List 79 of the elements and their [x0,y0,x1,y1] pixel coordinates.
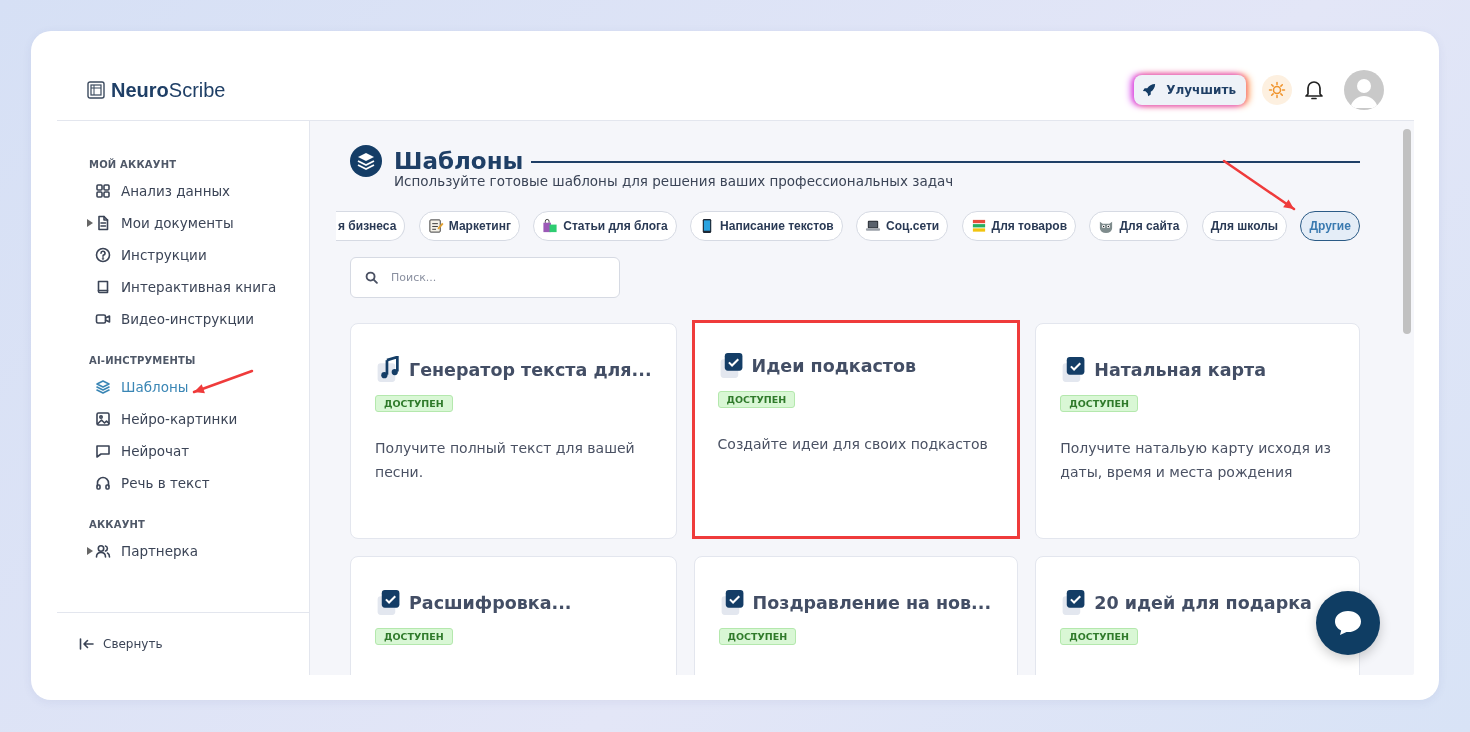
status-badge: ДОСТУПЕН [717,391,796,408]
annotation-arrow [193,369,254,394]
status-badge: ДОСТУПЕН [1060,395,1138,412]
template-card[interactable]: 20 идей для подарка ДОСТУПЕН [1035,556,1360,675]
logo-icon [87,81,105,99]
checkbox-icon [1060,589,1087,616]
category-tab[interactable]: Написание текстов [690,211,843,241]
template-card[interactable]: Идеи подкастов ДОСТУПЕН Создайте идеи для своих подкастов [691,320,1021,539]
document-icon [95,215,111,231]
help-icon [95,247,111,263]
sidebar-item[interactable]: Шаблоны [95,375,189,399]
checkbox-icon [375,589,401,616]
sidebar-item[interactable]: Инструкции [95,243,207,267]
headphones-icon [95,475,111,491]
search-field[interactable]: Поиск... [350,257,620,298]
logo-text: NeuroScribe [111,78,226,102]
sidebar-item[interactable]: Речь в текст [95,471,210,495]
chat-bubble-icon [95,443,111,459]
status-badge: ДОСТУПЕН [1060,628,1138,645]
book-icon [95,279,111,295]
category-tab[interactable]: Для товаров [961,211,1077,241]
card-title: Идеи подкастов [751,355,917,376]
chat-bubble-icon [1333,609,1363,637]
notification-bell-icon[interactable] [1304,79,1324,101]
template-card[interactable]: Генератор текста для... ДОСТУПЕН Получите полный текст для вашей песни. [350,323,677,539]
shopping-bags-icon [542,218,559,234]
avatar[interactable] [1344,70,1384,110]
status-badge: ДОСТУПЕН [375,395,453,412]
card-title: Расшифровка... [409,592,572,613]
rocket-icon [1142,83,1157,97]
section-heading: МОЙ АККАУНТ [89,159,178,170]
card-description: Получите полный текст для вашей песни. [375,439,636,482]
sidebar-item[interactable]: Видео-инструкции [95,307,255,331]
users-icon [95,543,111,559]
card-description: Получите натальую карту исходя из даты, время и места рождения [1060,439,1332,482]
sidebar-item[interactable]: Нейро-картинки [95,407,238,431]
music-note-icon [375,356,401,383]
card-title: Генератор текста для... [409,359,652,380]
category-tab[interactable]: Статьи для блога [533,211,677,241]
collapse-button[interactable]: Свернуть [79,637,163,651]
section-heading: АККАУНТ [89,519,147,530]
collapse-arrow-icon [79,638,95,650]
layers-icon [350,145,382,177]
sidebar-item[interactable]: Нейрочат [95,439,190,463]
template-card[interactable]: Поздравление на нов... ДОСТУПЕН [693,556,1019,675]
layers-icon [95,379,111,395]
category-tab[interactable]: я бизнеса [336,211,406,241]
card-description: Создайте идеи для своих подкастов [717,435,989,454]
sun-icon [1268,81,1286,99]
category-tab[interactable]: Соц.сети [856,211,949,241]
search-icon [365,271,378,284]
upgrade-button[interactable]: Улучшить [1134,75,1246,105]
notepad-icon [427,218,444,234]
sidebar-item[interactable]: Партнерка [95,539,198,563]
card-title: Натальная карта [1094,359,1266,380]
sidebar-item[interactable]: Анализ данных [95,179,231,203]
theme-toggle[interactable] [1262,75,1292,105]
page-title: Шаблоны [394,148,524,174]
video-camera-icon [95,311,111,327]
image-icon [95,411,111,427]
status-badge: ДОСТУПЕН [375,628,453,645]
page-subtitle: Используйте готовые шаблоны для решения ваших профессиональных задач [394,173,955,189]
category-tab[interactable]: Для сайта [1089,211,1189,241]
card-title: 20 идей для подарка [1094,592,1312,613]
scrollbar[interactable] [1400,121,1414,675]
books-icon [970,218,987,234]
checkbox-icon [1060,356,1087,383]
status-badge: ДОСТУПЕН [718,628,797,645]
sidebar-item[interactable]: Интерактивная книга [95,275,277,299]
category-tab[interactable]: Маркетинг [418,211,520,241]
template-card[interactable]: Натальная карта ДОСТУПЕН Получите натальую карту исходя из даты, время и места рождения [1035,323,1360,539]
section-heading: AI-ИНСТРУМЕНТЫ [89,355,197,366]
category-tab[interactable]: Другие [1300,211,1360,241]
category-tab[interactable]: Для школы [1201,211,1288,241]
card-title: Поздравление на нов... [752,592,992,613]
laptop-icon [865,218,882,234]
grid-icon [95,183,111,199]
sidebar-item[interactable]: Мои документы [95,211,234,235]
template-card[interactable]: Расшифровка... ДОСТУПЕН [350,556,677,675]
